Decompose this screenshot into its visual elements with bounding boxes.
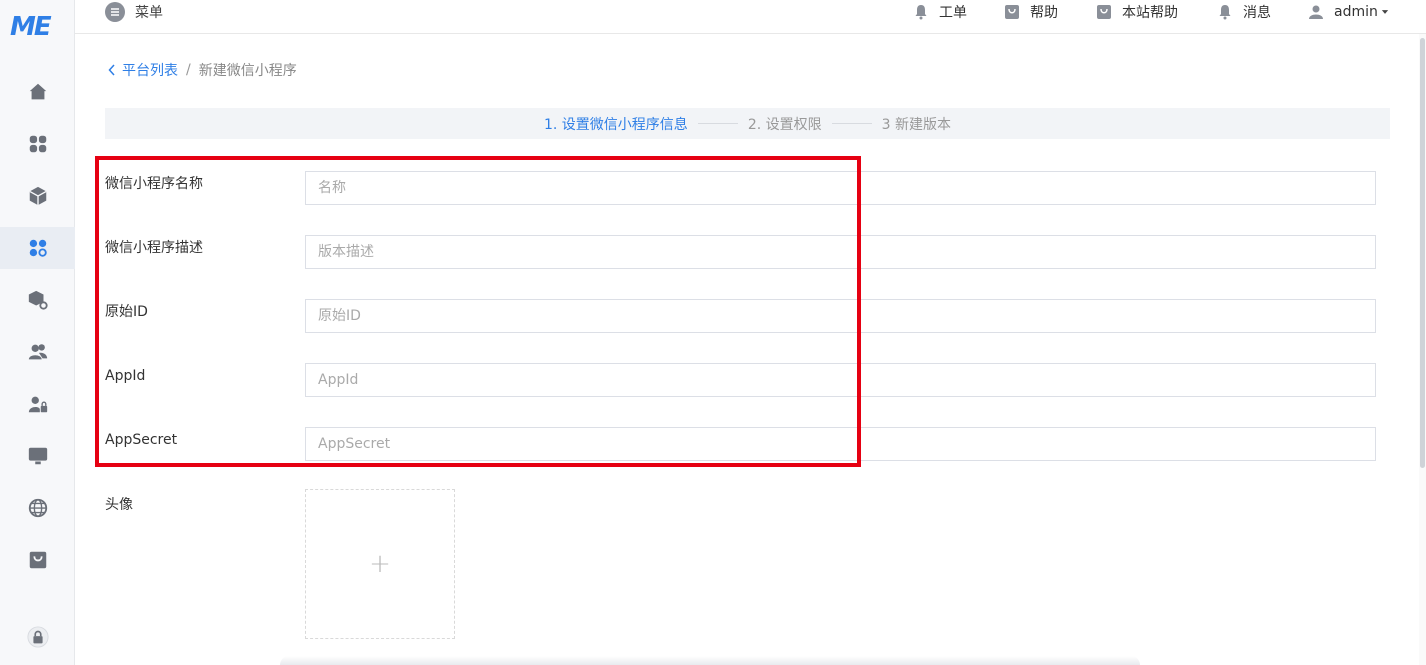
sidebar-item-dashboard[interactable]	[0, 123, 75, 165]
sidebar-item-home[interactable]	[0, 71, 75, 113]
plus-icon: +	[369, 549, 391, 579]
topbar: 菜单 工单 帮助 本站帮助 消息 admin	[75, 0, 1426, 34]
user-lock-icon	[28, 396, 47, 413]
sidebar-item-users[interactable]	[0, 331, 75, 373]
sidebar-item-apps[interactable]	[0, 227, 75, 269]
field-label-name: 微信小程序名称	[105, 176, 203, 192]
sidebar: ME	[0, 0, 75, 665]
sidebar-item-monitor[interactable]	[0, 435, 75, 477]
name-input[interactable]	[305, 171, 1376, 205]
sidebar-item-store[interactable]	[0, 539, 75, 581]
apps-settings-icon	[29, 239, 47, 257]
field-label-avatar: 头像	[105, 497, 133, 513]
lock-icon	[26, 626, 49, 648]
bottom-panel-edge	[280, 656, 1140, 665]
topbar-item-messages[interactable]: 消息	[1217, 0, 1271, 24]
user-menu[interactable]: admin	[1308, 0, 1390, 24]
step-3: 3 新建版本	[881, 116, 951, 133]
bag-icon	[1005, 5, 1019, 19]
step-divider	[697, 123, 738, 124]
topbar-item-help[interactable]: 帮助	[1004, 0, 1058, 24]
topbar-item-label: 帮助	[1030, 5, 1058, 21]
sidebar-item-packages[interactable]	[0, 175, 75, 217]
topbar-item-label: 本站帮助	[1122, 5, 1178, 21]
topbar-item-label: 消息	[1243, 5, 1271, 21]
scrollbar-thumb[interactable]	[1420, 38, 1425, 468]
globe-icon	[28, 498, 47, 518]
steps-bar: 1. 设置微信小程序信息 2. 设置权限 3 新建版本	[105, 108, 1390, 139]
original-id-input[interactable]	[305, 299, 1376, 333]
appsecret-input[interactable]	[305, 427, 1376, 461]
grid-icon	[29, 135, 46, 153]
bag-icon	[1097, 5, 1111, 19]
menu-label: 菜单	[135, 5, 163, 21]
breadcrumb-back-label: 平台列表	[122, 63, 178, 79]
breadcrumb-current: 新建微信小程序	[198, 63, 297, 79]
avatar-upload[interactable]: +	[305, 489, 455, 639]
menu-button[interactable]: 菜单	[105, 0, 163, 24]
field-label-description: 微信小程序描述	[105, 240, 203, 256]
cube-gear-icon	[28, 290, 48, 310]
step-divider	[831, 123, 872, 124]
field-label-appsecret: AppSecret	[105, 432, 178, 448]
bell-icon	[915, 5, 927, 20]
monitor-icon	[28, 447, 47, 465]
list-icon	[105, 2, 125, 22]
appid-input[interactable]	[305, 363, 1376, 397]
users-icon	[28, 344, 47, 360]
breadcrumb-back-link[interactable]: 平台列表	[108, 60, 178, 80]
username: admin	[1334, 4, 1378, 20]
bag-icon	[29, 551, 46, 569]
caret-down-icon	[1381, 10, 1388, 14]
step-2: 2. 设置权限	[747, 116, 822, 133]
chevron-left-icon	[108, 64, 115, 76]
home-icon	[29, 83, 46, 100]
user-icon	[1309, 5, 1323, 19]
step-1: 1. 设置微信小程序信息	[544, 116, 688, 133]
topbar-item-tickets[interactable]: 工单	[913, 0, 967, 24]
field-label-appid: AppId	[105, 368, 146, 384]
description-input[interactable]	[305, 235, 1376, 269]
breadcrumb: 平台列表 / 新建微信小程序	[108, 60, 297, 80]
sidebar-item-sites[interactable]	[0, 487, 75, 529]
sidebar-item-permissions[interactable]	[0, 383, 75, 425]
field-label-original-id: 原始ID	[105, 304, 148, 320]
bell-icon	[1219, 5, 1231, 20]
cube-icon	[28, 186, 47, 206]
brand-logo[interactable]: ME	[10, 12, 60, 42]
topbar-item-label: 工单	[939, 5, 967, 21]
sidebar-item-lock[interactable]	[0, 616, 75, 658]
breadcrumb-separator: /	[186, 62, 191, 78]
sidebar-item-modules[interactable]	[0, 279, 75, 321]
topbar-item-site-help[interactable]: 本站帮助	[1096, 0, 1178, 24]
